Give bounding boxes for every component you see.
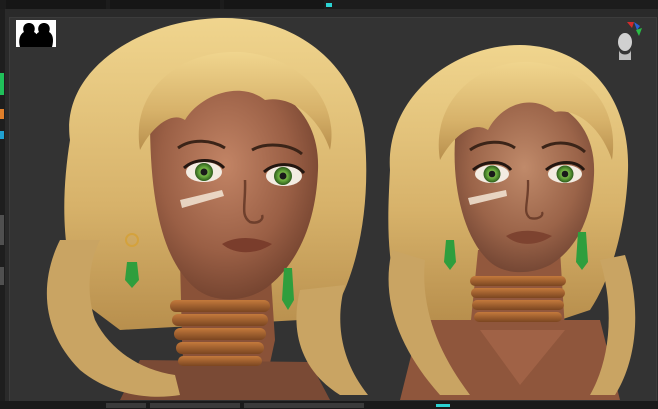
toolbar-slot[interactable] xyxy=(106,403,146,408)
left-neck-collar xyxy=(170,300,270,366)
bottom-toolbar xyxy=(0,401,658,409)
left-bust-model[interactable] xyxy=(46,17,368,400)
right-bust-model[interactable] xyxy=(388,45,636,400)
two-portraits-silhouette-icon[interactable] xyxy=(16,20,56,47)
toolbar-slot[interactable] xyxy=(244,403,364,408)
bottom-active-indicator[interactable] xyxy=(436,404,450,407)
head-axis-gizmo-icon[interactable] xyxy=(610,20,646,64)
toolbar-slot[interactable] xyxy=(150,403,240,408)
viewport-render xyxy=(46,17,636,400)
